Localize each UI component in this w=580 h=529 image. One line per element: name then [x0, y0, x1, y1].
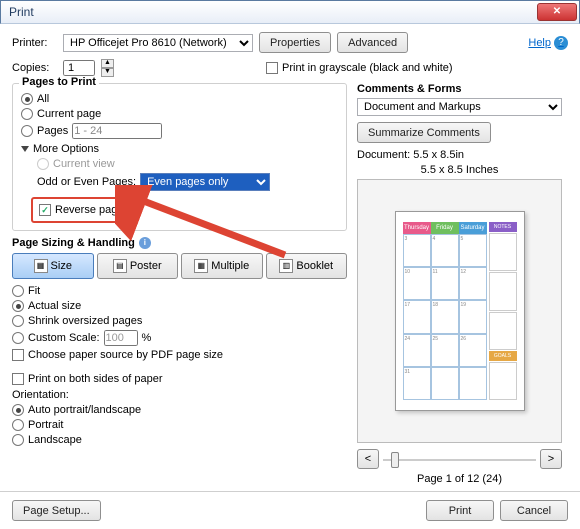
highlight-box: Reverse pages [31, 197, 137, 223]
radio-shrink[interactable]: Shrink oversized pages [12, 315, 347, 327]
summarize-button[interactable]: Summarize Comments [357, 122, 491, 143]
page-info: Page 1 of 12 (24) [357, 473, 562, 485]
pages-title: Pages to Print [19, 76, 99, 88]
radio-pages[interactable]: Pages [21, 123, 338, 139]
comments-title: Comments & Forms [357, 83, 562, 95]
paper-source-checkbox[interactable]: Choose paper source by PDF page size [12, 349, 347, 361]
help-icon: ? [554, 36, 568, 50]
reverse-checkbox[interactable]: Reverse pages [39, 204, 129, 216]
info-icon: i [139, 237, 151, 249]
radio-current-view: Current view [37, 158, 338, 170]
size-button[interactable]: ▦Size [12, 253, 94, 279]
sizing-title: Page Sizing & Handling [12, 237, 135, 249]
page-slider[interactable] [383, 450, 536, 468]
odd-even-select[interactable]: Even pages only [140, 173, 270, 191]
multiple-icon: ▦ [194, 259, 208, 273]
booklet-icon: ▥ [279, 259, 293, 273]
printer-label: Printer: [12, 37, 57, 49]
radio-fit[interactable]: Fit [12, 285, 347, 297]
both-sides-checkbox[interactable]: Print on both sides of paper [12, 373, 347, 385]
more-options-toggle[interactable]: More Options [21, 143, 338, 155]
copies-spinner[interactable]: ▲▼ [101, 59, 114, 77]
radio-all[interactable]: All [21, 93, 338, 105]
radio-portrait[interactable]: Portrait [12, 419, 347, 431]
radio-landscape[interactable]: Landscape [12, 434, 347, 446]
printer-select[interactable]: HP Officejet Pro 8610 (Network) [63, 34, 253, 52]
chevron-down-icon [21, 146, 29, 152]
booklet-button[interactable]: ▥Booklet [266, 253, 348, 279]
copies-input[interactable] [63, 60, 95, 76]
radio-custom-scale[interactable]: Custom Scale:% [12, 330, 347, 346]
radio-current[interactable]: Current page [21, 108, 338, 120]
print-button[interactable]: Print [426, 500, 494, 521]
preview-page: Thursday Friday Saturday 345 101112 1718… [395, 211, 525, 411]
odd-even-label: Odd or Even Pages: [37, 176, 136, 188]
preview-size-label: 5.5 x 8.5 Inches [357, 164, 562, 176]
titlebar: Print ✕ [0, 0, 580, 24]
radio-actual[interactable]: Actual size [12, 300, 347, 312]
preview-area: Thursday Friday Saturday 345 101112 1718… [357, 179, 562, 443]
help-link[interactable]: Help? [528, 36, 568, 50]
multiple-button[interactable]: ▦Multiple [181, 253, 263, 279]
comments-select[interactable]: Document and Markups [357, 98, 562, 116]
copies-label: Copies: [12, 62, 57, 74]
poster-icon: ▤ [113, 259, 127, 273]
next-page-button[interactable]: > [540, 449, 562, 469]
orientation-label: Orientation: [12, 389, 347, 401]
advanced-button[interactable]: Advanced [337, 32, 408, 53]
window-title: Print [3, 5, 34, 19]
close-button[interactable]: ✕ [537, 3, 577, 21]
poster-button[interactable]: ▤Poster [97, 253, 179, 279]
cancel-button[interactable]: Cancel [500, 500, 568, 521]
page-setup-button[interactable]: Page Setup... [12, 500, 101, 521]
pages-range-input[interactable] [72, 123, 162, 139]
prev-page-button[interactable]: < [357, 449, 379, 469]
size-icon: ▦ [34, 259, 48, 273]
properties-button[interactable]: Properties [259, 32, 331, 53]
doc-size-label: Document: 5.5 x 8.5in [357, 149, 562, 161]
scale-input[interactable] [104, 330, 138, 346]
grayscale-checkbox[interactable]: Print in grayscale (black and white) [266, 62, 453, 74]
radio-auto-orient[interactable]: Auto portrait/landscape [12, 404, 347, 416]
